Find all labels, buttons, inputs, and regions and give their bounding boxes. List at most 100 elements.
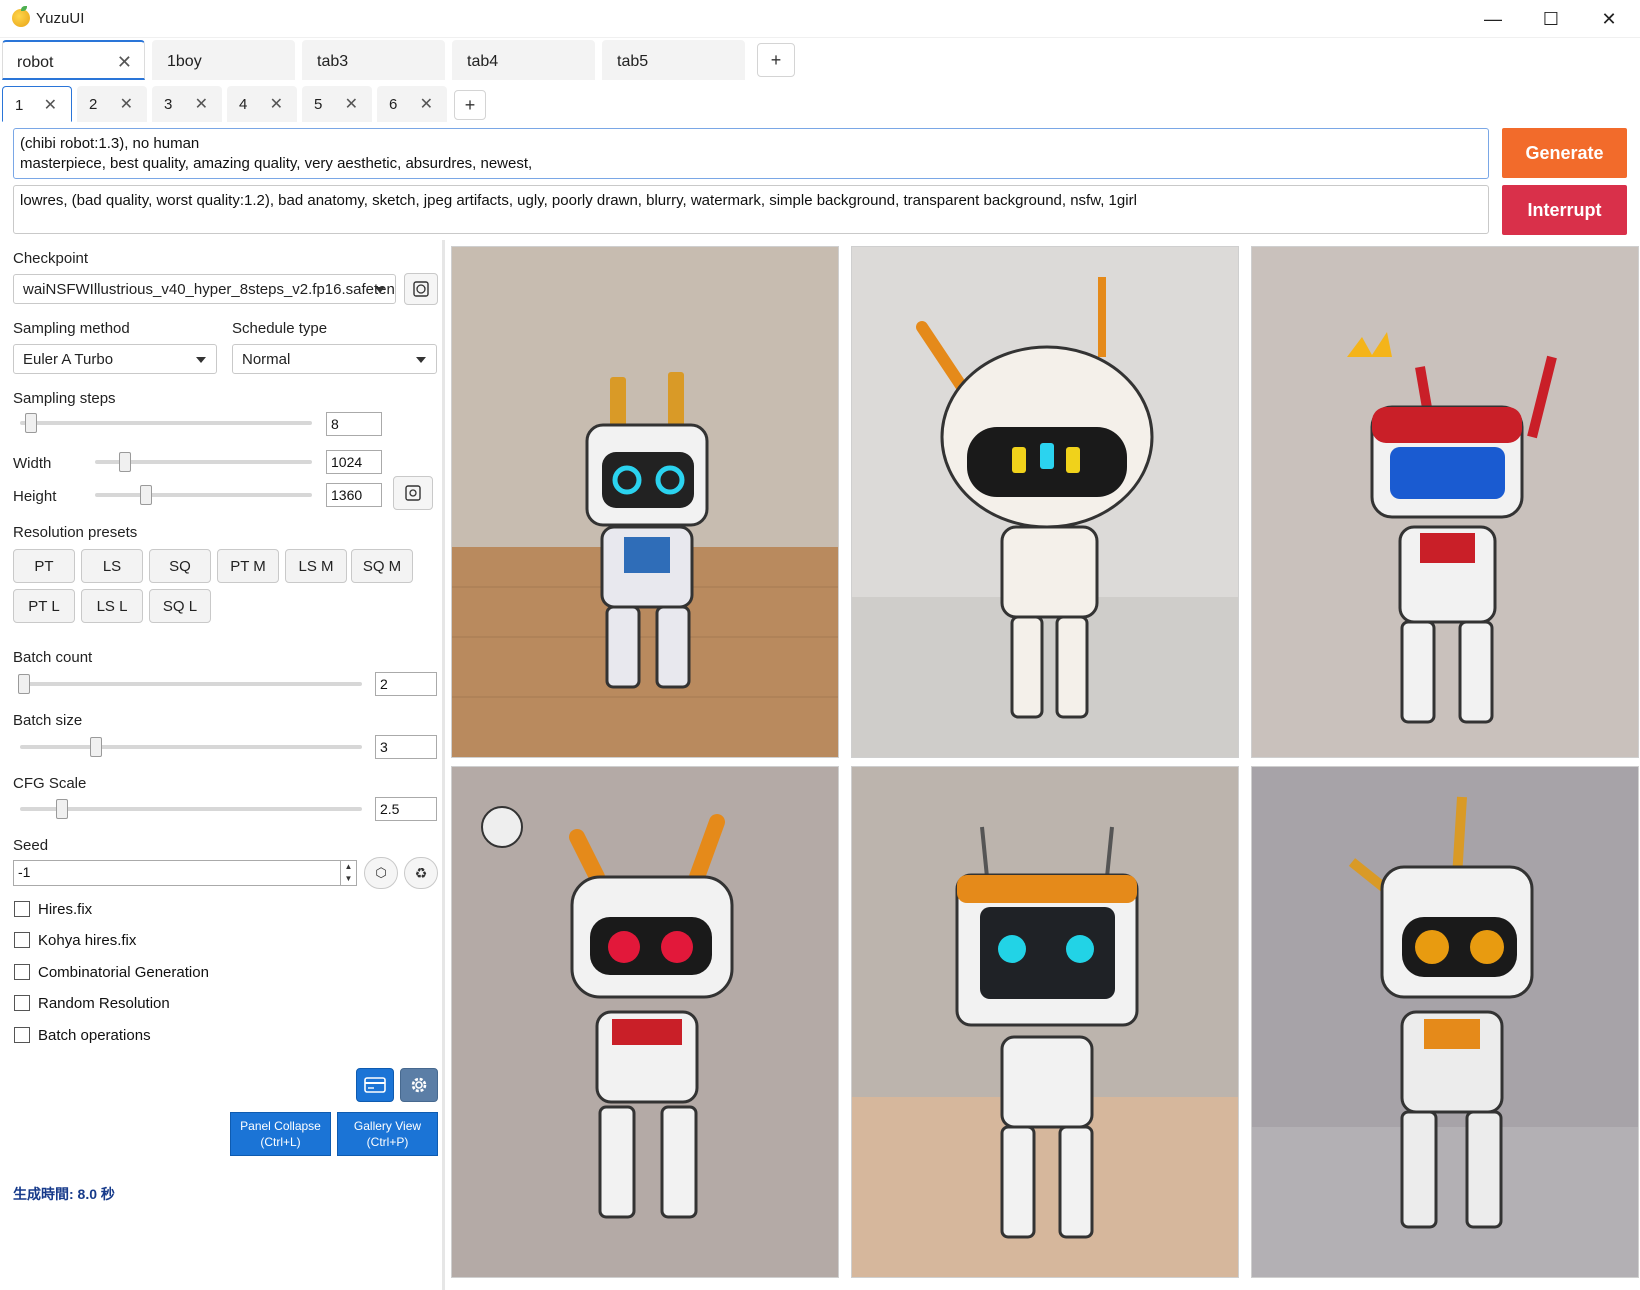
close-icon[interactable]: ✕ bbox=[195, 94, 208, 114]
gallery-image-4[interactable] bbox=[451, 766, 839, 1278]
slider-thumb[interactable] bbox=[140, 485, 152, 505]
add-subtab-button[interactable]: + bbox=[454, 90, 486, 120]
hires-fix-checkbox[interactable]: Hires.fix bbox=[14, 898, 92, 920]
preset-pt-l-button[interactable]: PT L bbox=[13, 589, 75, 623]
refresh-checkpoint-button[interactable] bbox=[404, 273, 438, 305]
checkpoint-label: Checkpoint bbox=[13, 250, 89, 267]
close-icon[interactable]: ✕ bbox=[345, 94, 358, 114]
preset-sq-button[interactable]: SQ bbox=[149, 549, 211, 583]
slider-thumb[interactable] bbox=[90, 737, 102, 757]
checkbox-box[interactable] bbox=[14, 964, 30, 980]
tab-tab4[interactable]: tab4 bbox=[452, 40, 595, 80]
generation-time-status: 生成時間: 8.0 秒 bbox=[13, 1186, 115, 1202]
checkbox-box[interactable] bbox=[14, 901, 30, 917]
batch-count-input[interactable]: 2 bbox=[375, 672, 437, 696]
gear-icon bbox=[411, 1077, 427, 1093]
slider-thumb[interactable] bbox=[18, 674, 30, 694]
gallery-image-2[interactable] bbox=[851, 246, 1239, 758]
checkbox-box[interactable] bbox=[14, 1027, 30, 1043]
sampling-steps-slider[interactable] bbox=[20, 413, 312, 433]
kohya-hires-fix-checkbox[interactable]: Kohya hires.fix bbox=[14, 929, 136, 951]
sampling-method-label: Sampling method bbox=[13, 320, 130, 337]
generate-button[interactable]: Generate bbox=[1502, 128, 1627, 178]
sampling-method-select[interactable]: Euler A Turbo bbox=[13, 344, 217, 374]
close-icon[interactable]: ✕ bbox=[270, 94, 283, 114]
recycle-icon: ♻ bbox=[414, 864, 428, 881]
yuzu-logo-icon bbox=[12, 6, 30, 27]
close-icon[interactable]: ✕ bbox=[120, 94, 133, 114]
preset-pt-m-button[interactable]: PT M bbox=[217, 549, 279, 583]
subtab-4[interactable]: 4 ✕ bbox=[227, 86, 297, 122]
settings-button[interactable] bbox=[400, 1068, 438, 1102]
panel-collapse-button[interactable]: Panel Collapse (Ctrl+L) bbox=[230, 1112, 331, 1156]
subtab-5[interactable]: 5 ✕ bbox=[302, 86, 372, 122]
cfg-scale-slider[interactable] bbox=[20, 799, 362, 819]
close-window-button[interactable]: ✕ bbox=[1580, 0, 1638, 38]
checkpoint-select[interactable]: waiNSFWIllustrious_v40_hyper_8steps_v2.f… bbox=[13, 274, 396, 304]
seed-spinner[interactable]: ▲ ▼ bbox=[340, 861, 356, 885]
checkbox-box[interactable] bbox=[14, 995, 30, 1011]
chevron-down-icon bbox=[196, 357, 206, 363]
gallery-image-5[interactable] bbox=[851, 766, 1239, 1278]
cfg-scale-label: CFG Scale bbox=[13, 775, 87, 792]
close-icon[interactable]: ✕ bbox=[420, 94, 433, 114]
minimize-button[interactable]: — bbox=[1464, 0, 1522, 38]
gallery-image-3[interactable] bbox=[1251, 246, 1639, 758]
chevron-down-icon bbox=[375, 287, 385, 293]
preset-sq-m-button[interactable]: SQ M bbox=[351, 549, 413, 583]
batch-size-slider[interactable] bbox=[20, 737, 362, 757]
add-tab-button[interactable]: + bbox=[757, 43, 795, 77]
slider-thumb[interactable] bbox=[25, 413, 37, 433]
width-slider[interactable] bbox=[95, 452, 312, 472]
negative-prompt-input[interactable]: lowres, (bad quality, worst quality:1.2)… bbox=[13, 185, 1489, 234]
batch-size-label: Batch size bbox=[13, 712, 83, 729]
reuse-seed-button[interactable]: ♻ bbox=[404, 857, 438, 889]
subtab-6[interactable]: 6 ✕ bbox=[377, 86, 447, 122]
preset-sq-l-button[interactable]: SQ L bbox=[149, 589, 211, 623]
tab-label: tab3 bbox=[317, 53, 349, 70]
width-input[interactable]: 1024 bbox=[326, 450, 382, 474]
slider-thumb[interactable] bbox=[56, 799, 68, 819]
checkbox-box[interactable] bbox=[14, 932, 30, 948]
tab-tab3[interactable]: tab3 bbox=[302, 40, 445, 80]
gallery-image-6[interactable] bbox=[1251, 766, 1639, 1278]
subtab-label: 2 bbox=[89, 96, 98, 113]
random-resolution-checkbox[interactable]: Random Resolution bbox=[14, 992, 170, 1014]
refresh-icon bbox=[413, 281, 429, 297]
panel-splitter[interactable] bbox=[442, 240, 445, 1290]
card-view-button[interactable] bbox=[356, 1068, 394, 1102]
close-icon[interactable]: ✕ bbox=[117, 52, 132, 73]
gallery-view-button[interactable]: Gallery View (Ctrl+P) bbox=[337, 1112, 438, 1156]
close-icon[interactable]: ✕ bbox=[44, 95, 57, 115]
tab-robot[interactable]: robot ✕ bbox=[2, 40, 145, 80]
interrupt-button[interactable]: Interrupt bbox=[1502, 185, 1627, 235]
slider-thumb[interactable] bbox=[119, 452, 131, 472]
subtab-2[interactable]: 2 ✕ bbox=[77, 86, 147, 122]
batch-count-slider[interactable] bbox=[18, 674, 362, 694]
width-label: Width bbox=[13, 455, 52, 472]
cfg-scale-input[interactable]: 2.5 bbox=[375, 797, 437, 821]
preset-ls-l-button[interactable]: LS L bbox=[81, 589, 143, 623]
subtab-label: 1 bbox=[15, 97, 24, 114]
schedule-type-select[interactable]: Normal bbox=[232, 344, 437, 374]
batch-size-input[interactable]: 3 bbox=[375, 735, 437, 759]
swap-dimensions-button[interactable] bbox=[393, 476, 433, 510]
subtab-1[interactable]: 1 ✕ bbox=[2, 86, 72, 122]
preset-ls-m-button[interactable]: LS M bbox=[285, 549, 347, 583]
subtab-3[interactable]: 3 ✕ bbox=[152, 86, 222, 122]
preset-ls-button[interactable]: LS bbox=[81, 549, 143, 583]
height-input[interactable]: 1360 bbox=[326, 483, 382, 507]
maximize-button[interactable]: ☐ bbox=[1522, 0, 1580, 38]
seed-input[interactable]: -1 bbox=[13, 860, 357, 886]
tab-tab5[interactable]: tab5 bbox=[602, 40, 745, 80]
combinatorial-generation-checkbox[interactable]: Combinatorial Generation bbox=[14, 961, 209, 983]
gallery-image-1[interactable] bbox=[451, 246, 839, 758]
random-seed-button[interactable]: ⬡ bbox=[364, 857, 398, 889]
subtab-label: 5 bbox=[314, 96, 323, 113]
height-slider[interactable] bbox=[95, 485, 312, 505]
batch-operations-checkbox[interactable]: Batch operations bbox=[14, 1024, 151, 1046]
tab-1boy[interactable]: 1boy bbox=[152, 40, 295, 80]
preset-pt-button[interactable]: PT bbox=[13, 549, 75, 583]
positive-prompt-input[interactable]: (chibi robot:1.3), no human masterpiece,… bbox=[13, 128, 1489, 179]
sampling-steps-input[interactable]: 8 bbox=[326, 412, 382, 436]
